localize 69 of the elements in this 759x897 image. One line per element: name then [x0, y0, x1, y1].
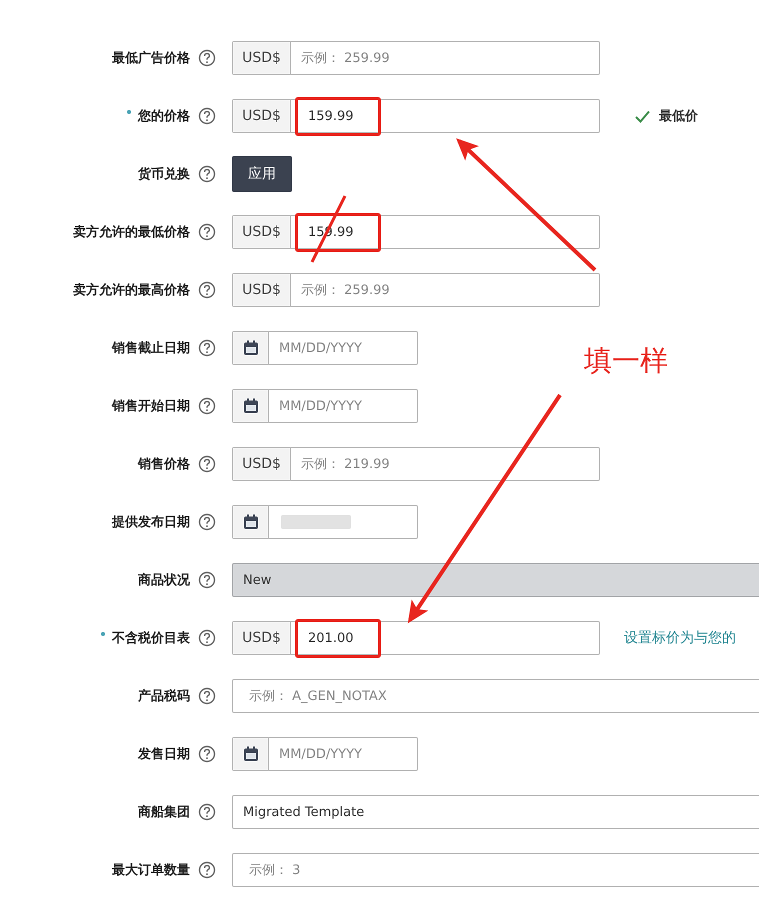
text-field[interactable]: 示例： A_GEN_NOTAX [232, 679, 759, 713]
calendar-icon [242, 514, 258, 530]
price-field[interactable]: USD$ 示例： 259.99 [232, 41, 600, 75]
help-icon [198, 397, 216, 415]
help-icon [198, 281, 216, 299]
field-label: 提供发布日期 [112, 514, 190, 531]
field-label: 不含税价目表 [112, 630, 190, 647]
calendar-icon [242, 398, 258, 414]
help-icon [198, 455, 216, 473]
text-field[interactable]: Migrated Template [232, 795, 759, 829]
price-field[interactable]: USD$ 159.99 [232, 99, 600, 133]
help-icon [198, 629, 216, 647]
date-field[interactable]: MM/DD/YYYY [232, 737, 418, 771]
field-placeholder: MM/DD/YYYY [278, 746, 362, 762]
help-icon [198, 165, 216, 183]
link[interactable]: 设置标价为与您的 [624, 629, 736, 647]
field-label: 卖方允许的最低价格 [73, 224, 190, 241]
price-field[interactable]: USD$ 示例： 259.99 [232, 273, 600, 307]
field-placeholder: 示例： 259.99 [300, 50, 390, 67]
help-icon [198, 745, 216, 763]
price-field[interactable]: USD$ 201.00 [232, 621, 600, 655]
help-icon [198, 49, 216, 67]
field-label: 最低广告价格 [112, 50, 190, 67]
field-label: 销售开始日期 [112, 398, 190, 415]
help-icon [198, 861, 216, 879]
price-field[interactable]: USD$ 示例： 219.99 [232, 447, 600, 481]
help-icon [198, 571, 216, 589]
date-field[interactable]: MM/DD/YYYY [232, 331, 418, 365]
field-value: Migrated Template [243, 804, 364, 820]
apply-button[interactable]: 应用 [232, 156, 292, 192]
currency-prefix: USD$ [233, 622, 291, 654]
calendar-icon [242, 746, 258, 762]
help-icon [198, 107, 216, 125]
field-placeholder: MM/DD/YYYY [278, 398, 362, 414]
date-field[interactable] [232, 505, 418, 539]
field-label: 卖方允许的最高价格 [73, 282, 190, 299]
text-field[interactable]: 示例： 3 [232, 853, 759, 887]
field-label: 发售日期 [138, 746, 190, 763]
help-icon [198, 513, 216, 531]
help-icon [198, 687, 216, 705]
currency-prefix: USD$ [233, 42, 291, 74]
field-label: 您的价格 [138, 108, 190, 125]
field-placeholder: 示例： A_GEN_NOTAX [248, 688, 387, 705]
field-label: 销售价格 [138, 456, 190, 473]
field-value: 159.99 [295, 96, 380, 136]
field-value: New [243, 572, 272, 588]
field-label: 销售截止日期 [112, 340, 190, 357]
field-label: 货币兑换 [138, 166, 190, 183]
field-placeholder: 示例： 219.99 [300, 456, 390, 473]
field-value: 201.00 [295, 618, 380, 658]
field-label: 商品状况 [138, 572, 190, 589]
currency-prefix: USD$ [233, 274, 291, 306]
field-label: 产品税码 [138, 688, 190, 705]
help-icon [198, 339, 216, 357]
field-placeholder: MM/DD/YYYY [278, 340, 362, 356]
help-icon [198, 803, 216, 821]
currency-prefix: USD$ [233, 448, 291, 480]
annotation-text: 填一样 [584, 343, 668, 379]
field-label: 最大订单数量 [112, 862, 190, 879]
help-icon [198, 223, 216, 241]
status-text: 最低价 [659, 108, 698, 125]
field-placeholder: 示例： 3 [248, 862, 300, 879]
field-label: 商船集团 [138, 804, 190, 821]
currency-prefix: USD$ [233, 216, 291, 248]
field-placeholder: 示例： 259.99 [300, 282, 390, 299]
condition-dropdown[interactable]: New [232, 563, 759, 597]
currency-prefix: USD$ [233, 100, 291, 132]
date-field[interactable]: MM/DD/YYYY [232, 389, 418, 423]
calendar-icon [242, 340, 258, 356]
